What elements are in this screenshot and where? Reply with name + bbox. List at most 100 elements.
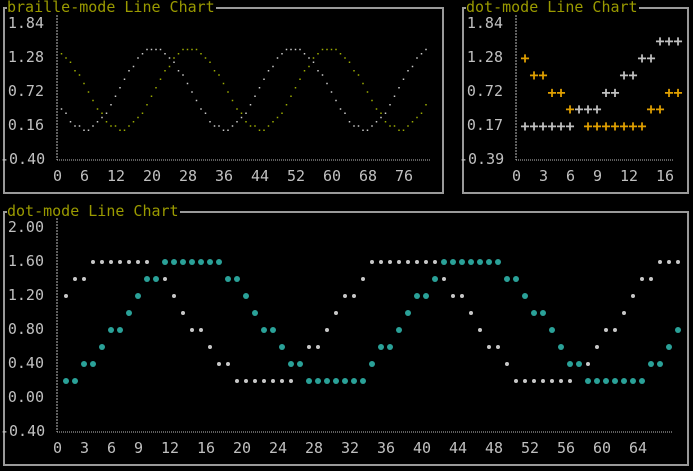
series-2-point bbox=[423, 293, 429, 299]
series-1-point bbox=[276, 57, 279, 59]
series-2-point bbox=[630, 378, 636, 384]
series-1-point bbox=[407, 70, 409, 72]
series-2-point bbox=[186, 48, 189, 51]
series-2-point: + bbox=[592, 117, 601, 135]
series-1-point bbox=[91, 260, 95, 264]
series-2-point: + bbox=[655, 100, 664, 118]
series-2-point bbox=[315, 378, 321, 384]
series-1-point bbox=[294, 48, 297, 51]
series-1-point bbox=[119, 87, 121, 89]
series-2-point bbox=[639, 378, 645, 384]
series-1-point bbox=[613, 328, 617, 332]
series-2-point bbox=[297, 361, 303, 367]
series-2-point bbox=[92, 99, 94, 102]
series-2-point bbox=[378, 344, 384, 350]
series-1-point bbox=[379, 260, 383, 264]
series-1-point bbox=[316, 345, 320, 349]
series-2-point bbox=[150, 95, 153, 97]
series-1-point bbox=[469, 311, 473, 315]
series-2-point bbox=[486, 259, 492, 265]
series-2-point bbox=[371, 99, 373, 102]
series-1-point bbox=[541, 379, 545, 383]
series-1-point bbox=[299, 48, 301, 51]
series-2-point bbox=[306, 378, 312, 384]
series-2-point bbox=[303, 70, 306, 72]
series-1-point bbox=[191, 91, 193, 93]
series-1-point bbox=[362, 129, 364, 131]
series-1-point bbox=[190, 328, 194, 332]
series-2-point bbox=[495, 259, 501, 265]
series-1-point bbox=[173, 61, 175, 63]
series-1-point bbox=[204, 112, 207, 114]
series-2-point bbox=[108, 327, 114, 333]
series-2-point bbox=[405, 310, 411, 316]
chart-canvas: + + + + + ++ + ++ ++ ++ ++ + +++ ++ +++ + + + + + ++ ++ + bbox=[56, 15, 683, 433]
series-2-point bbox=[135, 293, 141, 299]
series-2-point bbox=[137, 116, 139, 119]
series-2-point bbox=[189, 259, 195, 265]
series-1-point bbox=[325, 328, 329, 332]
series-2-point bbox=[128, 125, 130, 127]
series-1-point bbox=[200, 108, 202, 110]
series-1-point bbox=[312, 61, 315, 63]
series-2-point bbox=[369, 361, 375, 367]
series-1-point bbox=[375, 121, 378, 123]
series-1-point bbox=[182, 74, 184, 76]
series-2-point bbox=[213, 70, 216, 72]
series-1-point: + bbox=[610, 83, 619, 101]
series-1-point bbox=[96, 121, 99, 123]
series-2-point bbox=[384, 121, 387, 123]
series-2-point bbox=[72, 378, 78, 384]
series-2-point bbox=[267, 125, 270, 127]
series-1-point bbox=[244, 379, 248, 383]
series-2-point bbox=[612, 378, 618, 384]
series-2-point: + bbox=[673, 83, 682, 101]
series-2-point bbox=[414, 293, 420, 299]
series-2-point bbox=[254, 125, 256, 127]
series-2-point bbox=[312, 57, 315, 59]
series-1-point bbox=[344, 112, 346, 114]
series-2-point bbox=[74, 70, 76, 72]
series-1-point bbox=[442, 277, 446, 281]
series-2-point bbox=[330, 48, 333, 51]
series-2-point bbox=[222, 82, 225, 85]
series-2-point bbox=[285, 104, 288, 106]
series-2-point bbox=[290, 95, 292, 97]
series-1-point bbox=[100, 260, 104, 264]
series-2-point bbox=[270, 327, 276, 333]
series-1-point bbox=[649, 277, 653, 281]
series-1-point bbox=[505, 362, 509, 366]
series-1-point bbox=[240, 116, 243, 119]
series-1-point bbox=[335, 99, 337, 102]
series-2-point bbox=[351, 378, 357, 384]
series-1-point bbox=[186, 82, 189, 85]
series-1-point bbox=[92, 125, 94, 127]
series-1-point bbox=[150, 48, 153, 51]
series-2-point bbox=[168, 65, 171, 68]
series-1-point bbox=[402, 78, 405, 80]
series-1-point bbox=[317, 70, 319, 72]
series-1-point bbox=[496, 345, 500, 349]
series-1-point: + bbox=[565, 117, 574, 135]
series-2-point bbox=[216, 259, 222, 265]
series-2-point bbox=[204, 57, 207, 59]
series-2-point bbox=[407, 125, 409, 127]
series-2-point bbox=[281, 112, 283, 114]
series-1-point bbox=[433, 260, 437, 264]
series-1-point bbox=[82, 277, 86, 281]
series-1-point bbox=[416, 57, 418, 59]
series-2-point bbox=[171, 259, 177, 265]
series-2-point bbox=[101, 112, 103, 114]
series-1-point bbox=[559, 379, 563, 383]
series-2-point bbox=[648, 361, 654, 367]
series-2-point bbox=[335, 48, 337, 51]
series-1-point bbox=[254, 95, 256, 97]
series-1-point bbox=[146, 48, 148, 51]
series-2-point bbox=[294, 87, 297, 89]
series-2-point: + bbox=[556, 83, 565, 101]
series-2-point bbox=[63, 378, 69, 384]
series-1-point bbox=[118, 260, 122, 264]
series-2-point: + bbox=[565, 100, 574, 118]
series-2-point bbox=[225, 276, 231, 282]
series-2-point bbox=[324, 378, 330, 384]
